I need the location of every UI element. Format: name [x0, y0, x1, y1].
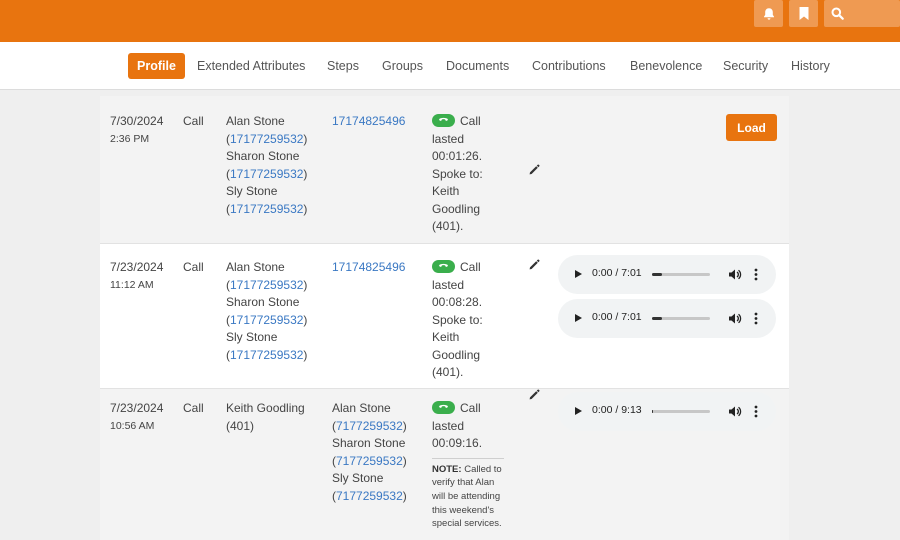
- bookmark-icon: [799, 7, 808, 20]
- type-cell: Call: [183, 401, 204, 415]
- person-tab-bar: Profile Extended Attributes Steps Groups…: [0, 42, 900, 90]
- contact-name: Alan Stone: [226, 114, 285, 128]
- tab-benevolence[interactable]: Benevolence: [630, 59, 702, 73]
- phone-icon: [432, 260, 455, 273]
- table-row: 7/23/2024 11:12 AM Call Alan Stone (1717…: [100, 244, 789, 388]
- play-icon[interactable]: [573, 269, 583, 279]
- type-cell: Call: [183, 114, 204, 128]
- tab-history[interactable]: History: [791, 59, 830, 73]
- audio-seek-bar[interactable]: [652, 317, 710, 320]
- tab-groups[interactable]: Groups: [382, 59, 423, 73]
- contact-name: Sharon Stone: [226, 149, 300, 163]
- search-button[interactable]: [824, 0, 900, 27]
- contact-name: Alan Stone: [226, 260, 285, 274]
- audio-player[interactable]: 0:00 / 7:01: [558, 255, 776, 294]
- audio-time: 0:00 / 9:13: [592, 404, 642, 416]
- contact-name: Alan Stone: [332, 401, 391, 415]
- tab-profile[interactable]: Profile: [128, 53, 185, 79]
- contact-name: Sly Stone: [332, 471, 384, 485]
- tab-security[interactable]: Security: [723, 59, 768, 73]
- table-row: 7/23/2024 10:56 AM Call Keith Goodling (…: [100, 389, 789, 540]
- bookmarks-button[interactable]: [789, 0, 818, 27]
- date-cell: 7/23/2024 10:56 AM: [110, 400, 163, 435]
- audio-seek-bar[interactable]: [652, 273, 710, 276]
- audio-seek-progress: [652, 273, 663, 276]
- search-icon: [831, 7, 844, 20]
- volume-icon[interactable]: [728, 268, 742, 281]
- phone-icon: [432, 401, 455, 414]
- load-recording-button[interactable]: Load: [726, 114, 777, 141]
- edit-pencil-icon[interactable]: [528, 164, 540, 176]
- note-divider: [432, 457, 504, 459]
- contact-name: Sharon Stone: [226, 295, 300, 309]
- audio-seek-progress: [652, 410, 654, 413]
- play-icon[interactable]: [573, 406, 583, 416]
- play-icon[interactable]: [573, 313, 583, 323]
- tab-contributions[interactable]: Contributions: [532, 59, 606, 73]
- communication-history-table: 7/30/2024 2:36 PM Call Alan Stone (17177…: [100, 91, 789, 540]
- row-date: 7/23/2024: [110, 401, 164, 415]
- phone-link[interactable]: 7177259532: [336, 419, 403, 433]
- tab-documents[interactable]: Documents: [446, 59, 509, 73]
- audio-time: 0:00 / 7:01: [592, 267, 642, 279]
- row-date: 7/30/2024: [110, 114, 164, 128]
- row-time: 2:36 PM: [110, 132, 150, 145]
- phone-link[interactable]: 17177259532: [230, 167, 303, 181]
- from-cell: Keith Goodling (401): [226, 400, 305, 435]
- call-note: NOTE: Called to verify that Alan will be…: [432, 463, 510, 532]
- summary-cell: Call lasted 00:08:28. Spoke to: Keith Go…: [432, 260, 483, 379]
- phone-link[interactable]: 17177259532: [230, 348, 303, 362]
- edit-pencil-icon[interactable]: [528, 259, 540, 271]
- row-date: 7/23/2024: [110, 260, 164, 274]
- audio-time: 0:00 / 7:01: [592, 311, 642, 323]
- volume-icon[interactable]: [728, 312, 742, 325]
- phone-link[interactable]: 17177259532: [230, 202, 303, 216]
- phone-link[interactable]: 17177259532: [230, 278, 303, 292]
- from-cell: Alan Stone (17177259532) Sharon Stone (1…: [226, 114, 308, 216]
- audio-player[interactable]: 0:00 / 7:01: [558, 299, 776, 338]
- contact-name: Keith Goodling: [226, 401, 305, 415]
- summary-cell: Call lasted 00:01:26. Spoke to: Keith Go…: [432, 114, 483, 233]
- more-options-icon[interactable]: [754, 312, 758, 325]
- from-cell: Alan Stone (17177259532) Sharon Stone (1…: [226, 260, 308, 362]
- note-label: NOTE:: [432, 463, 462, 475]
- contact-extension: (401): [226, 418, 255, 433]
- to-cell: 17174825496: [332, 259, 405, 277]
- type-cell: Call: [183, 260, 204, 274]
- table-row: 7/30/2024 2:36 PM Call Alan Stone (17177…: [100, 96, 789, 243]
- notifications-button[interactable]: [754, 0, 783, 27]
- phone-link[interactable]: 7177259532: [336, 454, 403, 468]
- phone-link[interactable]: 17177259532: [230, 313, 303, 327]
- phone-link[interactable]: 17177259532: [230, 132, 303, 146]
- summary-cell: Call lasted 00:09:16. NOTE: Called to ve…: [432, 400, 512, 531]
- audio-seek-progress: [652, 317, 663, 320]
- tab-extended-attributes[interactable]: Extended Attributes: [197, 59, 305, 73]
- phone-link[interactable]: 7177259532: [336, 489, 403, 503]
- row-time: 10:56 AM: [110, 419, 155, 432]
- edit-pencil-icon[interactable]: [528, 389, 540, 401]
- phone-link[interactable]: 17174825496: [332, 113, 405, 131]
- more-options-icon[interactable]: [754, 268, 758, 281]
- volume-icon[interactable]: [728, 405, 742, 418]
- audio-player[interactable]: 0:00 / 9:13: [558, 392, 776, 431]
- date-cell: 7/23/2024 11:12 AM: [110, 259, 163, 294]
- phone-link[interactable]: 17174825496: [332, 259, 405, 277]
- more-options-icon[interactable]: [754, 405, 758, 418]
- audio-seek-bar[interactable]: [652, 410, 710, 413]
- row-time: 11:12 AM: [110, 278, 154, 291]
- bell-icon: [763, 7, 774, 20]
- to-cell: 17174825496: [332, 113, 405, 131]
- tab-steps[interactable]: Steps: [327, 59, 359, 73]
- contact-name: Sly Stone: [226, 184, 278, 198]
- contact-name: Sharon Stone: [332, 436, 406, 450]
- date-cell: 7/30/2024 2:36 PM: [110, 113, 163, 148]
- to-cell: Alan Stone (7177259532) Sharon Stone (71…: [332, 401, 407, 503]
- contact-name: Sly Stone: [226, 330, 278, 344]
- phone-icon: [432, 114, 455, 127]
- top-bar: [0, 0, 900, 42]
